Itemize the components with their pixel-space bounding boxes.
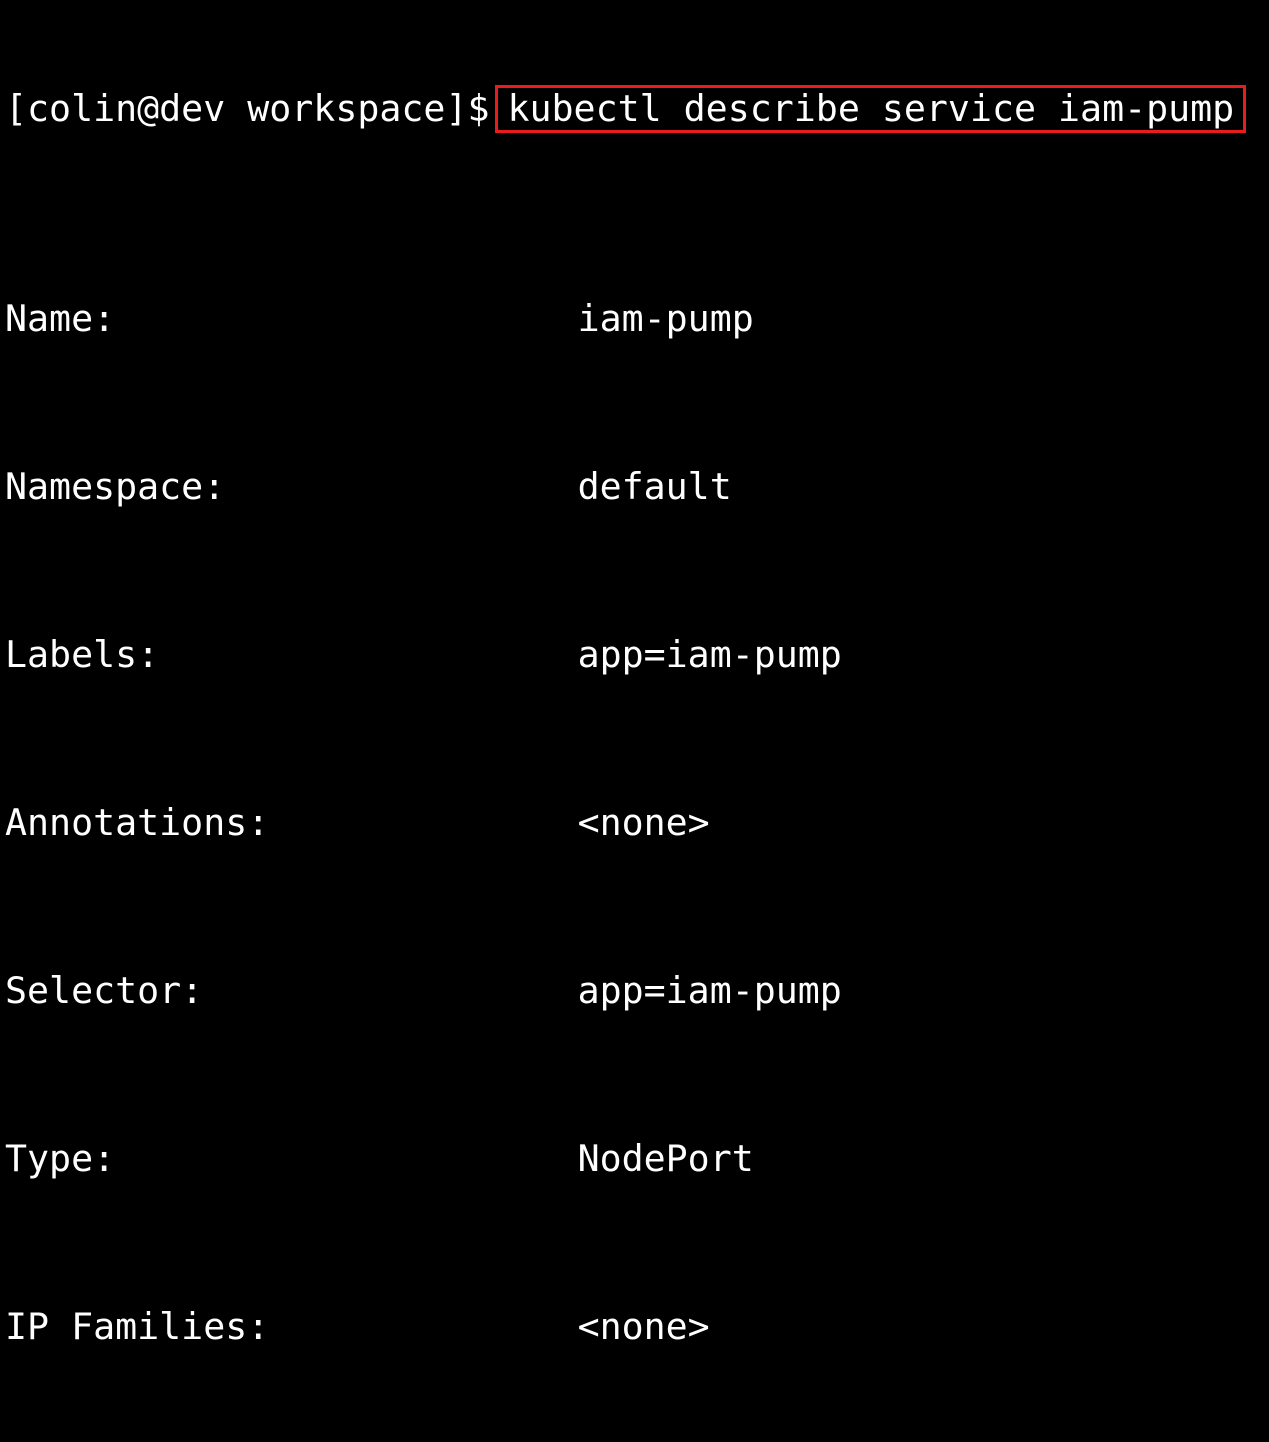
output-row: IP Families: <none> [5,1306,1269,1348]
field-value: <none> [578,802,710,844]
output-row: Selector: app=iam-pump [5,970,1269,1012]
field-value: iam-pump [578,298,754,340]
field-label: Labels: [5,634,578,676]
highlighted-command: kubectl describe service iam-pump [498,88,1243,130]
field-label: Type: [5,1138,578,1180]
output-row: Annotations: <none> [5,802,1269,844]
field-label: Name: [5,298,578,340]
output-row: Name: iam-pump [5,298,1269,340]
terminal-window: [colin@dev workspace]$kubectl describe s… [0,0,1269,721]
output-row: Labels: app=iam-pump [5,634,1269,676]
field-label: Namespace: [5,466,578,508]
output-row: Namespace: default [5,466,1269,508]
output-row: Type: NodePort [5,1138,1269,1180]
prompt-line: [colin@dev workspace]$kubectl describe s… [5,88,1269,130]
field-value: app=iam-pump [578,970,842,1012]
field-value: <none> [578,1306,710,1348]
field-label: IP Families: [5,1306,578,1348]
field-value: NodePort [578,1138,754,1180]
field-value: default [578,466,732,508]
field-value: app=iam-pump [578,634,842,676]
shell-prompt: [colin@dev workspace]$ [5,88,489,130]
field-label: Selector: [5,970,578,1012]
describe-output: Name: iam-pump Namespace: default Labels… [5,214,1269,1442]
field-label: Annotations: [5,802,578,844]
